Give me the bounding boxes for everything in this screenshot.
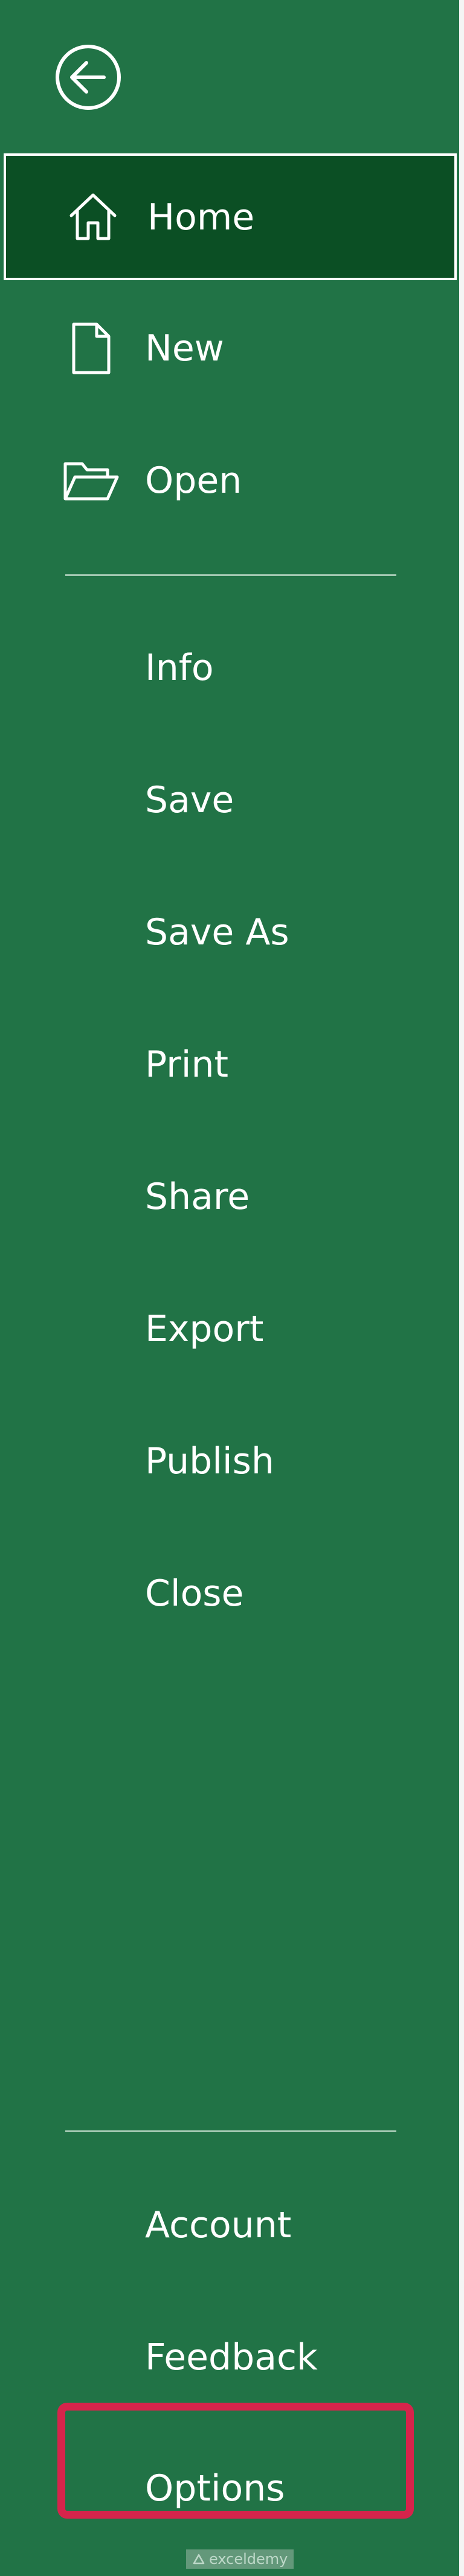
menu-divider (65, 574, 396, 576)
exceldemy-logo-icon (193, 2554, 205, 2565)
menu-divider (65, 2130, 396, 2132)
nav-item-home[interactable]: Home (4, 153, 457, 280)
nav-item-label: New (145, 327, 224, 370)
nav-item-new[interactable]: New (0, 288, 459, 409)
nav-item-label: Save (145, 779, 234, 821)
nav-item-account[interactable]: Account (0, 2165, 459, 2286)
nav-item-info[interactable]: Info (0, 607, 459, 728)
window-edge (459, 0, 464, 2576)
nav-item-save[interactable]: Save (0, 740, 459, 860)
nav-item-label: Open (145, 460, 242, 502)
backstage-sidebar: Home New Open Info Save Save As Print Sh… (0, 0, 459, 2576)
back-arrow-circle-icon (56, 45, 121, 110)
nav-item-label: Info (145, 647, 214, 689)
nav-item-open[interactable]: Open (0, 420, 459, 541)
nav-item-label: Share (145, 1176, 250, 1218)
nav-item-label: Export (145, 1308, 264, 1350)
nav-item-label: Feedback (145, 2336, 318, 2379)
back-button[interactable] (53, 42, 123, 112)
nav-item-label: Options (145, 2467, 285, 2510)
nav-item-label: Save As (145, 911, 289, 953)
nav-item-export[interactable]: Export (0, 1269, 459, 1389)
watermark: exceldemy (186, 2549, 294, 2569)
nav-item-label: Print (145, 1043, 229, 1086)
nav-item-save-as[interactable]: Save As (0, 872, 459, 993)
new-document-icon (62, 319, 120, 377)
nav-item-close[interactable]: Close (0, 1533, 459, 1654)
nav-item-label: Publish (145, 1440, 274, 1482)
nav-item-feedback[interactable]: Feedback (0, 2297, 459, 2418)
nav-item-label: Account (145, 2204, 292, 2246)
nav-item-label: Home (147, 196, 255, 239)
nav-item-label: Close (145, 1572, 244, 1615)
nav-item-share[interactable]: Share (0, 1136, 459, 1257)
open-folder-icon (62, 452, 120, 510)
nav-item-publish[interactable]: Publish (0, 1401, 459, 1522)
home-icon (64, 188, 122, 246)
nav-item-options[interactable]: Options (0, 2428, 459, 2549)
watermark-text: exceldemy (209, 2551, 288, 2568)
nav-item-print[interactable]: Print (0, 1004, 459, 1125)
